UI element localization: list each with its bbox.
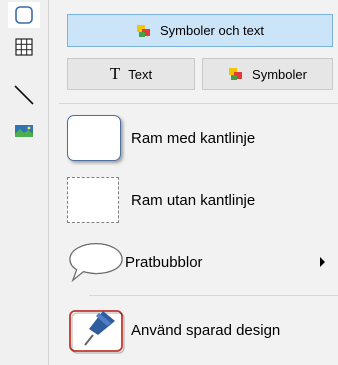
menu-separator [89,295,338,296]
picture-tool-button[interactable] [8,118,40,144]
table-icon [15,38,33,56]
line-icon [14,85,34,105]
table-tool-button[interactable] [8,34,40,60]
saved-design-pin-icon [69,310,125,354]
text-t-icon: T [109,64,121,83]
menu-item-label: Använd sparad design [131,321,281,339]
frame-tool-button[interactable] [8,2,40,28]
submenu-arrow-icon [320,257,325,267]
symbol-color-icon [229,68,243,80]
menu-item-label: Ram med kantlinje [131,129,256,147]
symbol-color-icon [136,24,150,37]
borderless-frame-icon [67,177,119,223]
symbols-and-text-label: Symboler och text [159,23,265,38]
speech-bubble-icon [69,243,123,283]
insert-menu-panel: Symboler och text T Text Symboler Ram me… [48,0,338,365]
menu-item-saved-design[interactable]: Använd sparad design [67,302,333,358]
menu-separator [59,103,338,104]
text-button[interactable]: T Text [67,58,195,90]
symbols-and-text-button[interactable]: Symboler och text [67,14,333,47]
menu-item-borderless-frame[interactable]: Ram utan kantlinje [67,172,333,228]
left-toolbar [0,0,48,365]
menu-item-bordered-frame[interactable]: Ram med kantlinje [67,110,333,166]
menu-item-label: Pratbubblor [125,253,203,271]
line-tool-button[interactable] [8,82,40,108]
text-button-label: Text [128,66,153,82]
frame-icon [15,6,33,24]
bordered-frame-icon [67,115,121,161]
menu-item-speech-bubbles[interactable]: Pratbubblor [67,234,333,290]
picture-icon [15,125,33,137]
menu-item-label: Ram utan kantlinje [131,191,256,209]
symbols-button-label: Symboler [252,66,307,82]
symbols-button[interactable]: Symboler [202,58,333,90]
